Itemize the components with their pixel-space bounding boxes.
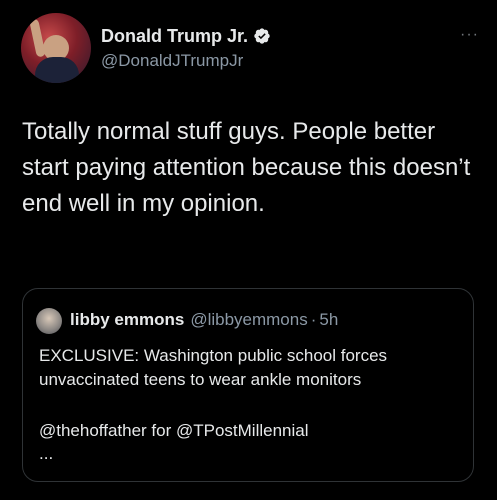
quoted-credit-line: @thehoffather for @TPostMillennial [39,421,309,440]
author-handle[interactable]: @DonaldJTrumpJr [101,51,271,71]
tweet-card: Donald Trump Jr. @DonaldJTrumpJr ··· Tot… [0,0,497,500]
quoted-author-avatar[interactable] [36,308,62,334]
more-options-icon[interactable]: ··· [460,27,479,43]
quoted-truncation-ellipsis: ... [39,444,54,463]
quoted-author-handle[interactable]: @libbyemmons [190,310,307,330]
quoted-tweet[interactable]: libby emmons @libbyemmons · 5h EXCLUSIVE… [22,288,474,482]
quoted-text-line-1: EXCLUSIVE: Washington public school forc… [39,346,388,365]
verified-badge-icon [254,28,270,44]
author-info: Donald Trump Jr. @DonaldJTrumpJr [101,24,271,71]
avatar-body [35,57,79,83]
tweet-text: Totally normal stuff guys. People better… [22,118,471,217]
quoted-text-line-2: unvaccinated teens to wear ankle monitor… [39,370,362,389]
quoted-author-row: libby emmons @libbyemmons · 5h [70,309,338,331]
quoted-timestamp[interactable]: 5h [319,310,338,330]
author-display-name[interactable]: Donald Trump Jr. [101,25,248,47]
quoted-author-name[interactable]: libby emmons [70,310,184,330]
author-name-row: Donald Trump Jr. [101,24,271,48]
author-avatar[interactable] [21,13,91,83]
quoted-tweet-text: EXCLUSIVE: Washington public school forc… [39,344,464,392]
quoted-separator: · [310,310,317,329]
